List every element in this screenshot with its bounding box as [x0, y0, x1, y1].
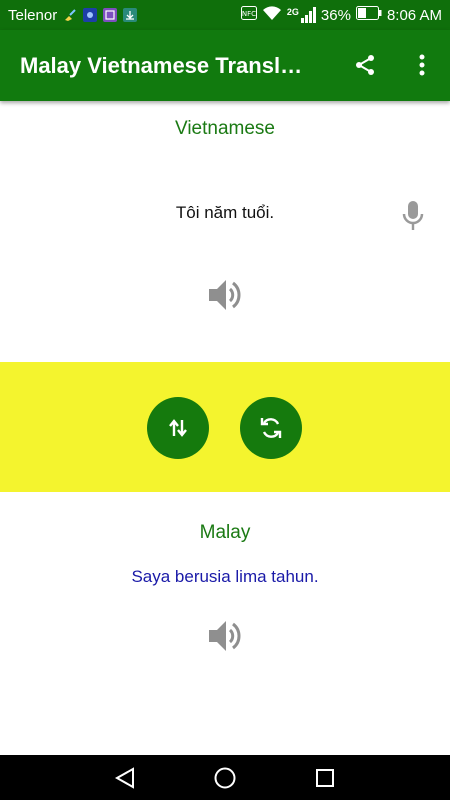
speaker-icon	[209, 621, 241, 651]
status-right: NFC 2G 36% 8:06 AM	[240, 5, 442, 25]
battery-percent: 36%	[320, 6, 351, 24]
speaker-icon	[209, 280, 241, 310]
signal-icon: 2G	[287, 7, 316, 23]
status-bar: Telenor NFC 2G 36% 8:06 AM	[0, 0, 450, 30]
battery-icon	[355, 6, 382, 24]
home-button[interactable]	[213, 766, 237, 790]
carrier-name: Telenor	[8, 6, 58, 24]
navigation-bar	[0, 755, 450, 800]
control-band	[0, 362, 450, 492]
svg-text:NFC: NFC	[242, 10, 256, 18]
gallery-notification-icon	[103, 8, 118, 22]
wifi-icon	[262, 5, 282, 25]
target-language-label[interactable]: Malay	[0, 522, 450, 544]
clock: 8:06 AM	[386, 6, 442, 24]
overflow-menu-button[interactable]	[408, 51, 436, 79]
source-text[interactable]: Tôi năm tuổi.	[0, 203, 450, 223]
microphone-button[interactable]	[398, 199, 428, 233]
recent-apps-button[interactable]	[313, 766, 337, 790]
swap-languages-button[interactable]	[147, 397, 209, 459]
translate-refresh-button[interactable]	[240, 397, 302, 459]
overflow-menu-icon	[419, 54, 425, 76]
target-speaker-button[interactable]	[205, 616, 245, 656]
status-left: Telenor	[8, 6, 138, 24]
network-type-label: 2G	[286, 7, 299, 17]
share-icon	[356, 55, 374, 75]
translated-text: Saya berusia lima tahun.	[131, 567, 319, 586]
back-button[interactable]	[113, 766, 137, 790]
swap-vertical-icon	[169, 419, 187, 437]
source-language-label[interactable]: Vietnamese	[0, 118, 450, 140]
microphone-icon	[402, 201, 424, 230]
app-bar: Malay Vietnamese Transl…	[0, 30, 450, 101]
source-speaker-button[interactable]	[205, 275, 245, 315]
nfc-icon: NFC	[240, 6, 257, 24]
broom-notification-icon	[63, 8, 77, 22]
home-icon	[214, 767, 236, 789]
share-button[interactable]	[351, 51, 379, 79]
refresh-icon	[260, 418, 282, 438]
download-notification-icon	[123, 8, 138, 22]
back-icon	[114, 767, 134, 789]
recent-apps-icon	[316, 769, 334, 787]
app-title: Malay Vietnamese Transl…	[20, 52, 303, 78]
messenger-notification-icon	[83, 8, 98, 22]
